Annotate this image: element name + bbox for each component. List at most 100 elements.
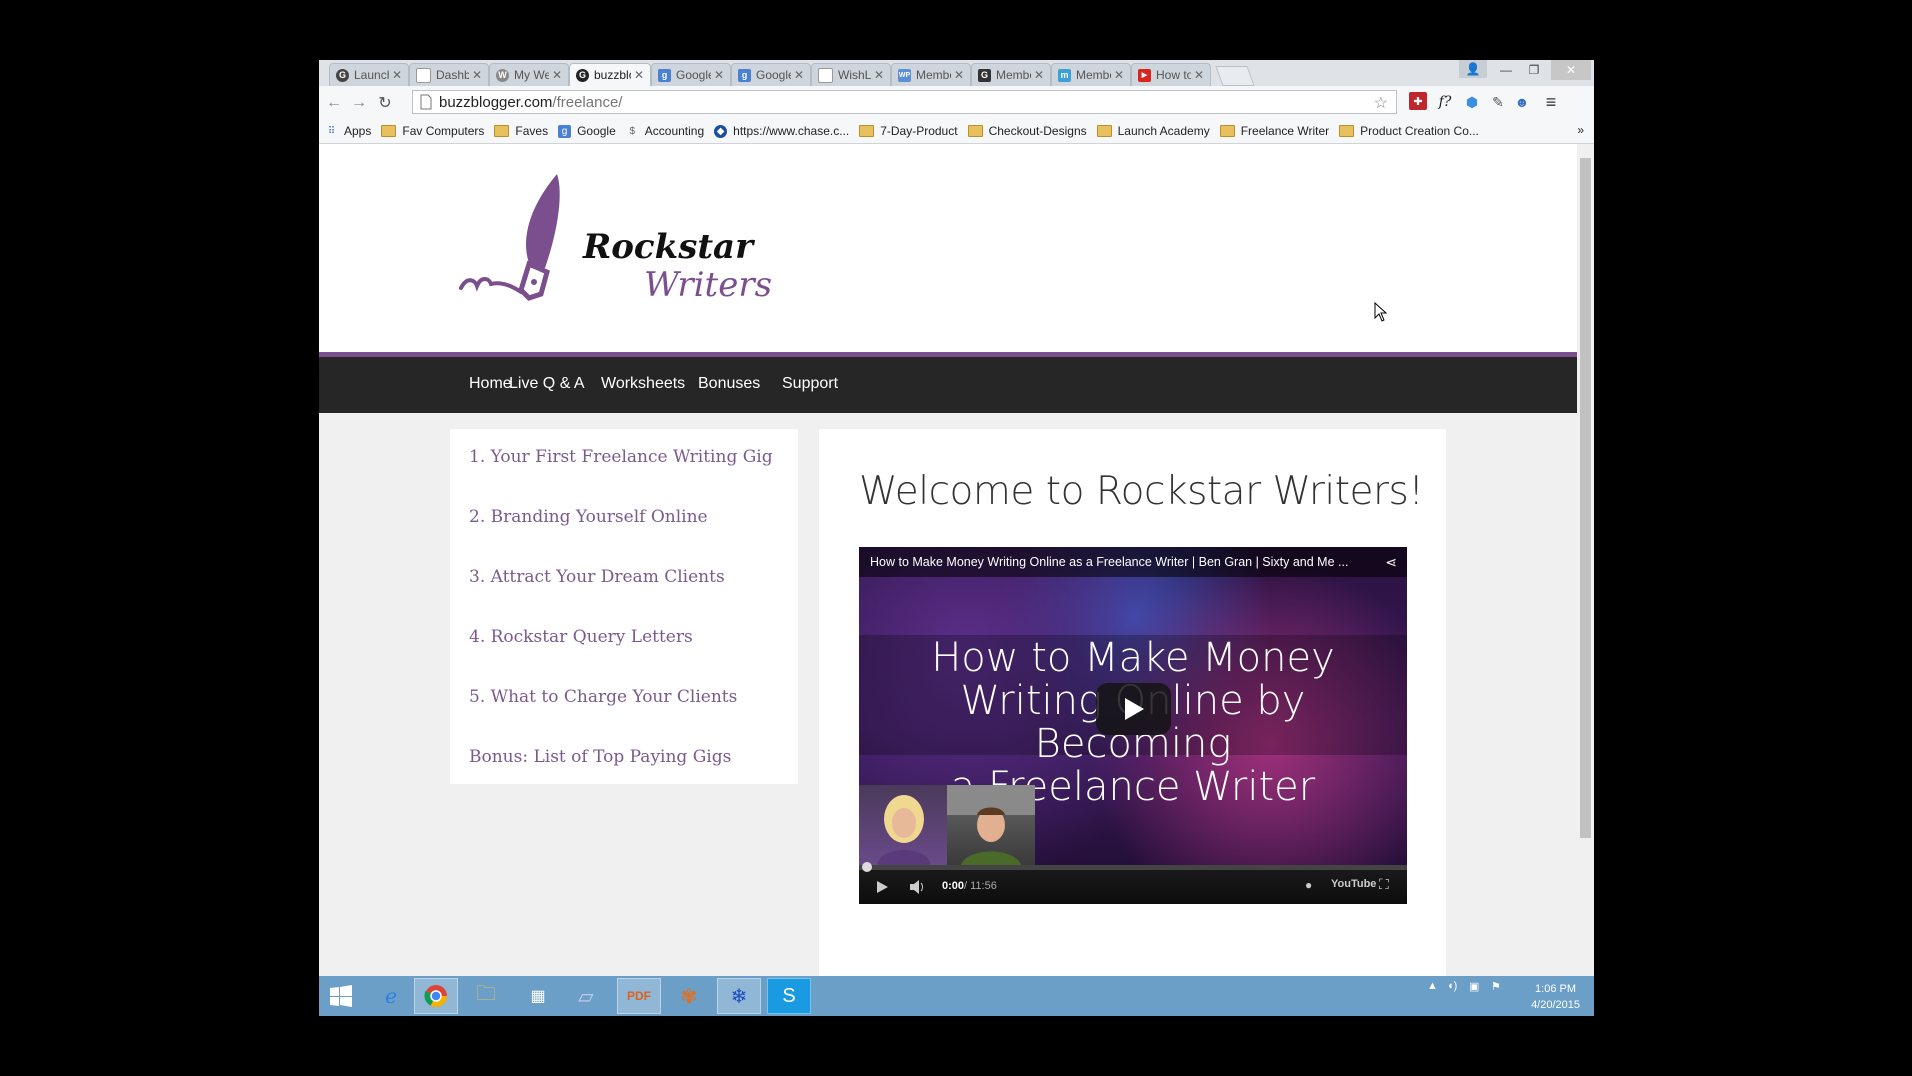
- tab-10[interactable]: m Membe ✕: [1051, 63, 1131, 86]
- extension-red-icon[interactable]: ✚: [1409, 92, 1427, 110]
- bookmark-fav-computers[interactable]: Fav Computers: [381, 124, 484, 138]
- flag-icon[interactable]: ⚑: [1491, 980, 1501, 993]
- bookmark-faves[interactable]: Faves: [494, 124, 548, 138]
- close-tab-icon[interactable]: ✕: [552, 68, 562, 82]
- menu-icon[interactable]: ≡: [1541, 92, 1561, 112]
- tab-8[interactable]: WP Membe ✕: [891, 63, 971, 86]
- address-bar[interactable]: buzzblogger.com/freelance/ ☆: [412, 90, 1397, 114]
- scrollbar-thumb[interactable]: [1580, 158, 1591, 838]
- font-extension-icon[interactable]: f?: [1435, 92, 1455, 112]
- bookmark-label: Checkout-Designs: [988, 124, 1087, 138]
- bookmark-7-day-product[interactable]: 7-Day-Product: [859, 124, 958, 138]
- bookmark-product-creation[interactable]: Product Creation Co...: [1339, 124, 1479, 138]
- user-icon[interactable]: 👤: [1459, 60, 1487, 78]
- close-tab-icon[interactable]: ✕: [954, 68, 964, 82]
- progress-knob[interactable]: [862, 862, 872, 872]
- video-title[interactable]: How to Make Money Writing Online as a Fr…: [870, 555, 1348, 569]
- bookmark-checkout-designs[interactable]: Checkout-Designs: [967, 124, 1087, 138]
- paper-app-icon[interactable]: ▱: [564, 978, 608, 1014]
- butterfly-app-icon[interactable]: ✾: [667, 978, 711, 1014]
- woman-image: [877, 795, 931, 865]
- tab-5[interactable]: g Google ✕: [651, 63, 731, 86]
- nav-bonuses[interactable]: Bonuses: [698, 375, 760, 393]
- g-icon: G: [978, 68, 991, 82]
- bookmark-google[interactable]: g Google: [558, 124, 616, 138]
- youtube-logo[interactable]: YouTube: [1331, 878, 1376, 890]
- video-play-button[interactable]: [1096, 683, 1171, 735]
- tab-label: WishLis: [838, 68, 871, 82]
- network-icon[interactable]: ▣: [1469, 980, 1479, 993]
- tab-2[interactable]: Dashbo ✕: [409, 63, 489, 86]
- rockstar-writers-logo[interactable]: Rockstar Writers: [459, 172, 799, 312]
- tab-6[interactable]: g Google ✕: [731, 63, 811, 86]
- apps-grid-icon[interactable]: ▦: [516, 978, 560, 1014]
- bookmark-label: 7-Day-Product: [880, 124, 958, 138]
- tab-11[interactable]: ▶ How to ✕: [1131, 63, 1211, 86]
- close-window-icon[interactable]: ✕: [1551, 60, 1591, 80]
- bookmark-star-icon[interactable]: ☆: [1374, 93, 1388, 113]
- windows-start-icon[interactable]: [319, 978, 363, 1014]
- video-progress-bar[interactable]: [859, 862, 1407, 872]
- nav-worksheets[interactable]: Worksheets: [601, 375, 685, 393]
- close-tab-icon[interactable]: ✕: [1114, 68, 1124, 82]
- close-tab-icon[interactable]: ✕: [634, 68, 644, 82]
- close-tab-icon[interactable]: ✕: [874, 68, 884, 82]
- bookmark-chase[interactable]: ◆ https://www.chase.c...: [714, 124, 849, 138]
- bookmark-label: Faves: [515, 124, 549, 138]
- sidebar-item-what-to-charge[interactable]: 5. What to Charge Your Clients: [469, 687, 737, 707]
- close-tab-icon[interactable]: ✕: [472, 68, 482, 82]
- forward-icon[interactable]: →: [349, 93, 369, 113]
- bookmark-freelance-writer[interactable]: Freelance Writer: [1219, 124, 1329, 138]
- snowflake-app-icon[interactable]: ❄: [717, 978, 761, 1014]
- control-play-icon[interactable]: [875, 880, 889, 894]
- sidebar-item-dream-clients[interactable]: 3. Attract Your Dream Clients: [469, 567, 725, 587]
- tab-4-active[interactable]: G buzzblo ✕: [569, 63, 651, 86]
- bookmark-label: Launch Academy: [1117, 124, 1210, 138]
- tray-expand-icon[interactable]: ▲: [1427, 980, 1438, 992]
- close-tab-icon[interactable]: ✕: [392, 68, 402, 82]
- taskbar-clock[interactable]: 1:06 PM 4/20/2015: [1531, 981, 1580, 1013]
- bookmark-launch-academy[interactable]: Launch Academy: [1096, 124, 1210, 138]
- page-title: Welcome to Rockstar Writers!: [859, 469, 1424, 514]
- bookmark-apps[interactable]: ⠿ Apps: [325, 124, 372, 138]
- close-tab-icon[interactable]: ✕: [794, 68, 804, 82]
- video-thumbnail-woman: [859, 785, 947, 865]
- volume-icon[interactable]: [909, 879, 927, 895]
- settings-icon[interactable]: ●: [1305, 878, 1312, 892]
- new-tab-button[interactable]: [1215, 66, 1255, 86]
- internet-explorer-icon[interactable]: ℯ: [369, 978, 413, 1014]
- minimize-icon[interactable]: —: [1492, 60, 1520, 80]
- nav-support[interactable]: Support: [782, 375, 838, 393]
- sidebar-item-branding[interactable]: 2. Branding Yourself Online: [469, 507, 708, 527]
- reload-icon[interactable]: ↻: [375, 93, 395, 113]
- more-bookmarks-button[interactable]: »: [1577, 123, 1584, 137]
- pdf-app-icon[interactable]: PDF: [617, 978, 661, 1014]
- restore-icon[interactable]: ❐: [1520, 60, 1548, 80]
- back-icon[interactable]: ←: [324, 93, 344, 113]
- close-tab-icon[interactable]: ✕: [1034, 68, 1044, 82]
- share-icon[interactable]: ⋖: [1385, 554, 1397, 571]
- chrome-icon[interactable]: [414, 978, 458, 1014]
- extension-user-icon[interactable]: ☻: [1512, 92, 1532, 112]
- sidebar-item-first-gig[interactable]: 1. Your First Freelance Writing Gig: [469, 447, 773, 467]
- close-tab-icon[interactable]: ✕: [1194, 68, 1204, 82]
- tab-label: Google: [756, 68, 791, 82]
- bookmark-accounting[interactable]: $ Accounting: [626, 124, 705, 138]
- nav-home[interactable]: Home: [469, 375, 512, 393]
- fullscreen-icon[interactable]: ⛶: [1379, 876, 1389, 893]
- file-explorer-icon[interactable]: 🗀: [464, 978, 508, 1014]
- tab-7[interactable]: WishLis ✕: [811, 63, 891, 86]
- speaker-icon[interactable]: ◖): [1447, 980, 1457, 992]
- extension-blue-icon[interactable]: ⬢: [1462, 92, 1482, 112]
- sidebar-item-bonus-gigs[interactable]: Bonus: List of Top Paying Gigs: [469, 747, 731, 767]
- tab-3[interactable]: W My Web ✕: [489, 63, 569, 86]
- close-tab-icon[interactable]: ✕: [714, 68, 724, 82]
- youtube-video-player[interactable]: How to Make Money Writing Online by Beco…: [859, 547, 1407, 904]
- extension-tool-icon[interactable]: ✎: [1488, 92, 1508, 112]
- page-scrollbar[interactable]: [1577, 144, 1594, 976]
- sidebar-item-query-letters[interactable]: 4. Rockstar Query Letters: [469, 627, 693, 647]
- tab-1[interactable]: G Launchi ✕: [329, 63, 409, 86]
- tab-9[interactable]: G Membe ✕: [971, 63, 1051, 86]
- skype-icon[interactable]: S: [767, 978, 811, 1014]
- nav-live-qa[interactable]: Live Q & A: [509, 375, 585, 393]
